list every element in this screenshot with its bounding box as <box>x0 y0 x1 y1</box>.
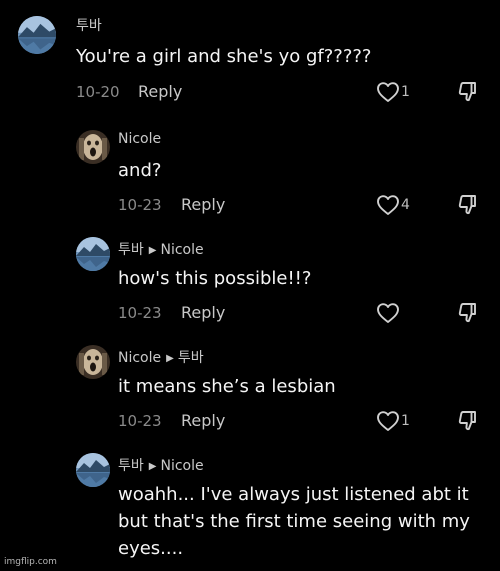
thumbs-down-icon <box>456 80 480 104</box>
like-button[interactable]: 1 <box>376 410 410 432</box>
like-count: 4 <box>401 197 410 213</box>
comment-date: 10-23 <box>118 196 162 214</box>
dislike-button[interactable] <box>456 301 480 325</box>
like-count: 1 <box>401 413 410 429</box>
thumbs-down-icon <box>456 301 480 325</box>
avatar[interactable] <box>76 453 110 487</box>
comment-text: You're a girl and she's yo gf????? <box>76 46 372 67</box>
comment-text: and? <box>118 160 162 181</box>
heart-icon <box>376 410 400 432</box>
heart-icon <box>376 302 400 324</box>
reply-to-label[interactable]: Nicole <box>160 458 203 474</box>
username[interactable]: 투바 <box>76 15 102 35</box>
reply-button[interactable]: Reply <box>181 195 225 214</box>
dislike-button[interactable] <box>456 409 480 433</box>
avatar[interactable] <box>76 130 110 164</box>
comment-date: 10-23 <box>118 304 162 322</box>
avatar[interactable] <box>18 16 56 54</box>
like-button[interactable] <box>376 302 400 324</box>
comment-text: how's this possible!!? <box>118 268 312 289</box>
username-label[interactable]: Nicole <box>118 350 161 366</box>
like-button[interactable]: 4 <box>376 194 410 216</box>
username-label[interactable]: 투바 <box>76 18 102 34</box>
username-label[interactable]: 투바 <box>118 458 144 474</box>
thumbs-down-icon <box>456 409 480 433</box>
comment-text: it means she’s a lesbian <box>118 376 336 397</box>
like-button[interactable]: 1 <box>376 81 410 103</box>
comment-date: 10-20 <box>76 83 120 101</box>
thumbs-down-icon <box>456 193 480 217</box>
avatar[interactable] <box>76 237 110 271</box>
reply-to-label[interactable]: Nicole <box>160 242 203 258</box>
reply-to-label[interactable]: 투바 <box>178 350 204 366</box>
username-label[interactable]: Nicole <box>118 131 161 147</box>
heart-icon <box>376 194 400 216</box>
heart-icon <box>376 81 400 103</box>
reply-button[interactable]: Reply <box>181 303 225 322</box>
reply-arrow-icon: ▶ <box>166 353 174 364</box>
username[interactable]: Nicole ▶ 투바 <box>118 347 204 367</box>
reply-arrow-icon: ▶ <box>148 461 157 472</box>
username[interactable]: 투바 ▶ Nicole <box>118 239 204 259</box>
reply-button[interactable]: Reply <box>181 411 225 430</box>
screaming-face-avatar-icon <box>76 130 110 164</box>
avatar[interactable] <box>76 345 110 379</box>
lake-mountain-avatar-icon <box>76 453 110 487</box>
lake-mountain-avatar-icon <box>18 16 56 54</box>
reply-arrow-icon: ▶ <box>148 245 157 256</box>
username[interactable]: 투바 ▶ Nicole <box>118 455 204 475</box>
dislike-button[interactable] <box>456 80 480 104</box>
like-count: 1 <box>401 84 410 100</box>
dislike-button[interactable] <box>456 193 480 217</box>
comment-date: 10-23 <box>118 412 162 430</box>
screaming-face-avatar-icon <box>76 345 110 379</box>
comment-text: woahh... I've always just listened abt i… <box>118 484 470 559</box>
reply-button[interactable]: Reply <box>138 82 182 101</box>
username-label[interactable]: 투바 <box>118 242 144 258</box>
watermark: imgflip.com <box>4 557 57 567</box>
lake-mountain-avatar-icon <box>76 237 110 271</box>
username[interactable]: Nicole <box>118 131 161 147</box>
